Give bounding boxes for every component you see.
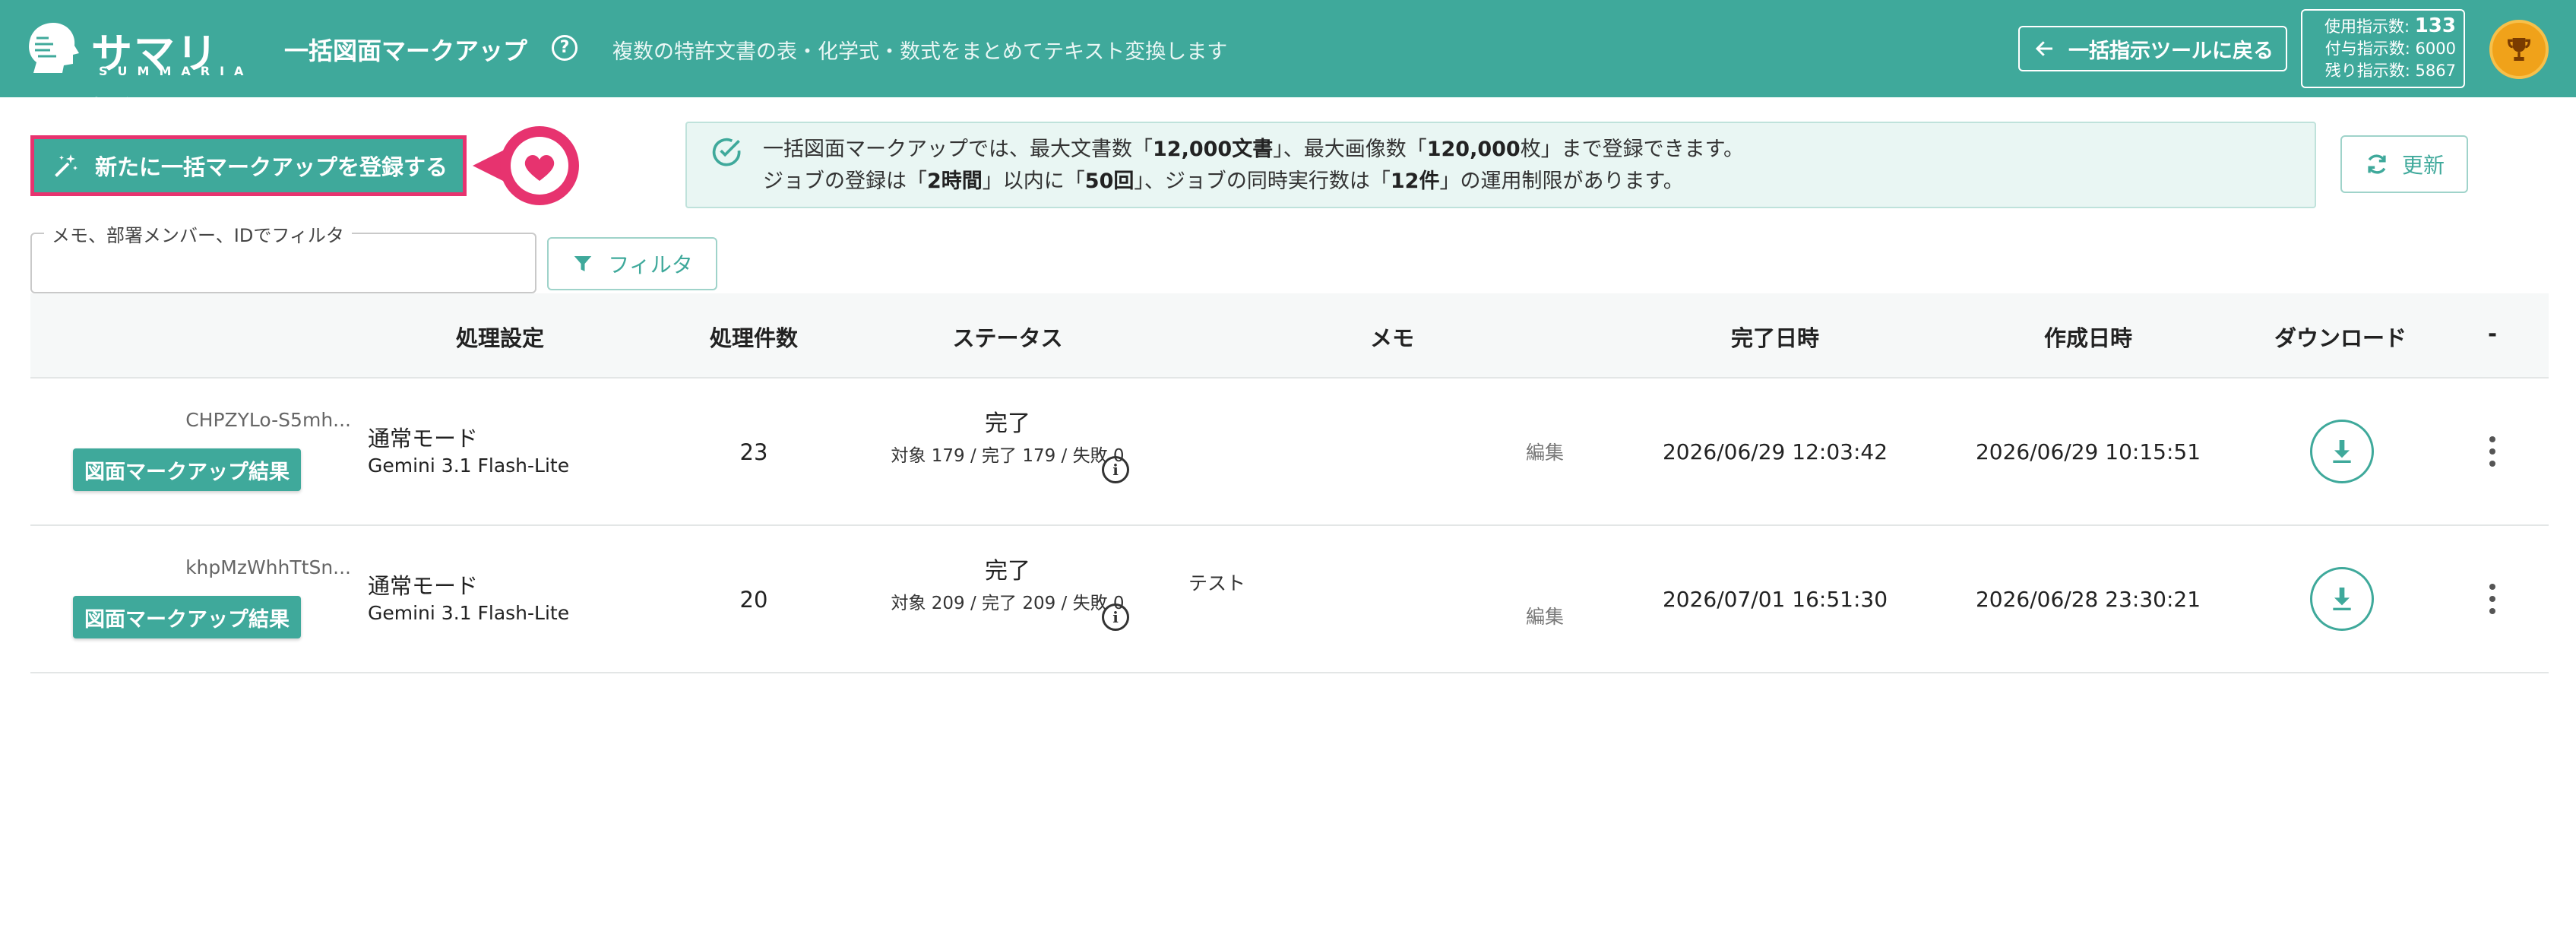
header-settings: 処理設定 [455,325,545,351]
register-batch-markup-button[interactable]: 新たに一括マークアップを登録する [30,135,467,196]
download-button[interactable] [2310,567,2374,631]
memo-text: テスト [1188,572,1246,594]
notice-concurrent: 12件 [1390,169,1440,193]
arrow-left-icon [2035,41,2052,56]
notice-times: 50回 [1084,169,1135,193]
filter-input-label: メモ、部署メンバー、IDでフィルタ [44,220,352,247]
header-status: ステータス [952,325,1063,351]
edit-memo-link[interactable]: 編集 [1526,602,1564,629]
notice-line-1: 一括図面マークアップでは、最大文書数「12,000文書」、最大画像数「120,0… [763,138,1744,161]
table-row: CHPZYLo-S5mh... 図面マークアップ結果 通常モード Gemini … [30,379,2549,526]
logo-text: サマリア [91,30,219,138]
created-date: 2026/06/29 10:15:51 [1975,439,2201,464]
refresh-button[interactable]: 更新 [2340,135,2468,193]
processing-mode: 通常モード [368,573,479,599]
created-date: 2026/06/28 23:30:21 [1975,587,2201,612]
table-row: khpMzWhhTtSn... 図面マークアップ結果 通常モード Gemini … [30,526,2549,673]
refresh-label: 更新 [2401,153,2445,178]
status-text: 完了 [985,558,1030,584]
more-options-icon[interactable] [2486,584,2498,614]
download-icon [2333,588,2351,610]
header-created: 作成日時 [2043,325,2133,351]
summaria-logo[interactable]: サマリア SUMMARIA [23,20,243,138]
usage-remaining: 残り指示数: 5867 [2324,62,2456,80]
status-text: 完了 [985,410,1030,437]
status-detail: 対象 209 / 完了 209 / 失敗 0 [891,594,1125,613]
edit-memo-link[interactable]: 編集 [1526,438,1564,465]
limits-notice: 一括図面マークアップでは、最大文書数「12,000文書」、最大画像数「120,0… [685,122,2316,208]
job-id: CHPZYLo-S5mh... [185,409,351,431]
usage-used-label: 使用指示数: [2324,17,2410,36]
processing-count: 20 [739,587,768,613]
completed-date: 2026/07/01 16:51:30 [1662,587,1888,612]
info-icon[interactable]: i [1102,456,1129,483]
help-icon[interactable]: ? [552,35,578,61]
info-icon[interactable]: i [1102,603,1129,631]
trophy-icon [2507,38,2531,61]
trophy-button[interactable] [2489,20,2549,79]
refresh-icon [2368,154,2386,174]
job-id: khpMzWhhTtSn... [185,556,351,578]
model-name: Gemini 3.1 Flash-Lite [368,602,570,624]
app-header: サマリア SUMMARIA 一括図面マークアップ ? 複数の特許文書の表・化学式… [0,0,2576,138]
check-circle-icon [712,138,741,166]
back-to-batch-tool-button[interactable]: 一括指示ツールに戻る [2018,26,2287,71]
filter-button[interactable]: フィルタ [547,237,717,290]
notice-max-images: 120,000 [1426,138,1521,161]
table-header: 処理設定 処理件数 ステータス メモ 完了日時 作成日時 ダウンロード - [30,293,2549,379]
header-count: 処理件数 [709,325,799,351]
download-button[interactable] [2310,420,2374,483]
processing-count: 23 [739,439,768,465]
notice-max-docs: 12,000文書 [1153,138,1274,161]
header-memo: メモ [1369,325,1415,351]
processing-mode: 通常モード [368,426,479,451]
page-description: 複数の特許文書の表・化学式・数式をまとめてテキスト変換します [612,40,1228,64]
status-detail: 対象 179 / 完了 179 / 失敗 0 [891,446,1125,466]
register-button-label: 新たに一括マークアップを登録する [95,154,448,180]
page-title: 一括図面マークアップ [284,36,528,65]
funnel-icon [574,256,592,271]
more-options-icon[interactable] [2486,436,2498,467]
heart-badge-icon [473,126,579,205]
download-icon [2333,440,2351,463]
usage-counter: 使用指示数: 133 付与指示数: 6000 残り指示数: 5867 [2301,9,2465,88]
header-download: ダウンロード [2274,325,2407,351]
magic-wand-icon [55,154,78,177]
markup-result-button[interactable]: 図面マークアップ結果 [73,448,301,491]
markup-result-button[interactable]: 図面マークアップ結果 [73,596,301,638]
completed-date: 2026/06/29 12:03:42 [1662,439,1888,464]
back-button-label: 一括指示ツールに戻る [2068,39,2274,63]
usage-used-value: 133 [2414,14,2456,37]
model-name: Gemini 3.1 Flash-Lite [368,455,570,477]
filter-button-label: フィルタ [608,252,693,277]
logo-head-icon [29,23,79,73]
header-actions: - [2487,321,2498,347]
header-completed: 完了日時 [1730,325,1820,351]
usage-granted: 付与指示数: 6000 [2324,40,2456,58]
notice-hours: 2時間 [927,169,983,193]
logo-subtext: SUMMARIA [99,64,254,78]
notice-line-2: ジョブの登録は「2時間」以内に「50回」、ジョブの同時実行数は「12件」の運用制… [763,169,1684,193]
